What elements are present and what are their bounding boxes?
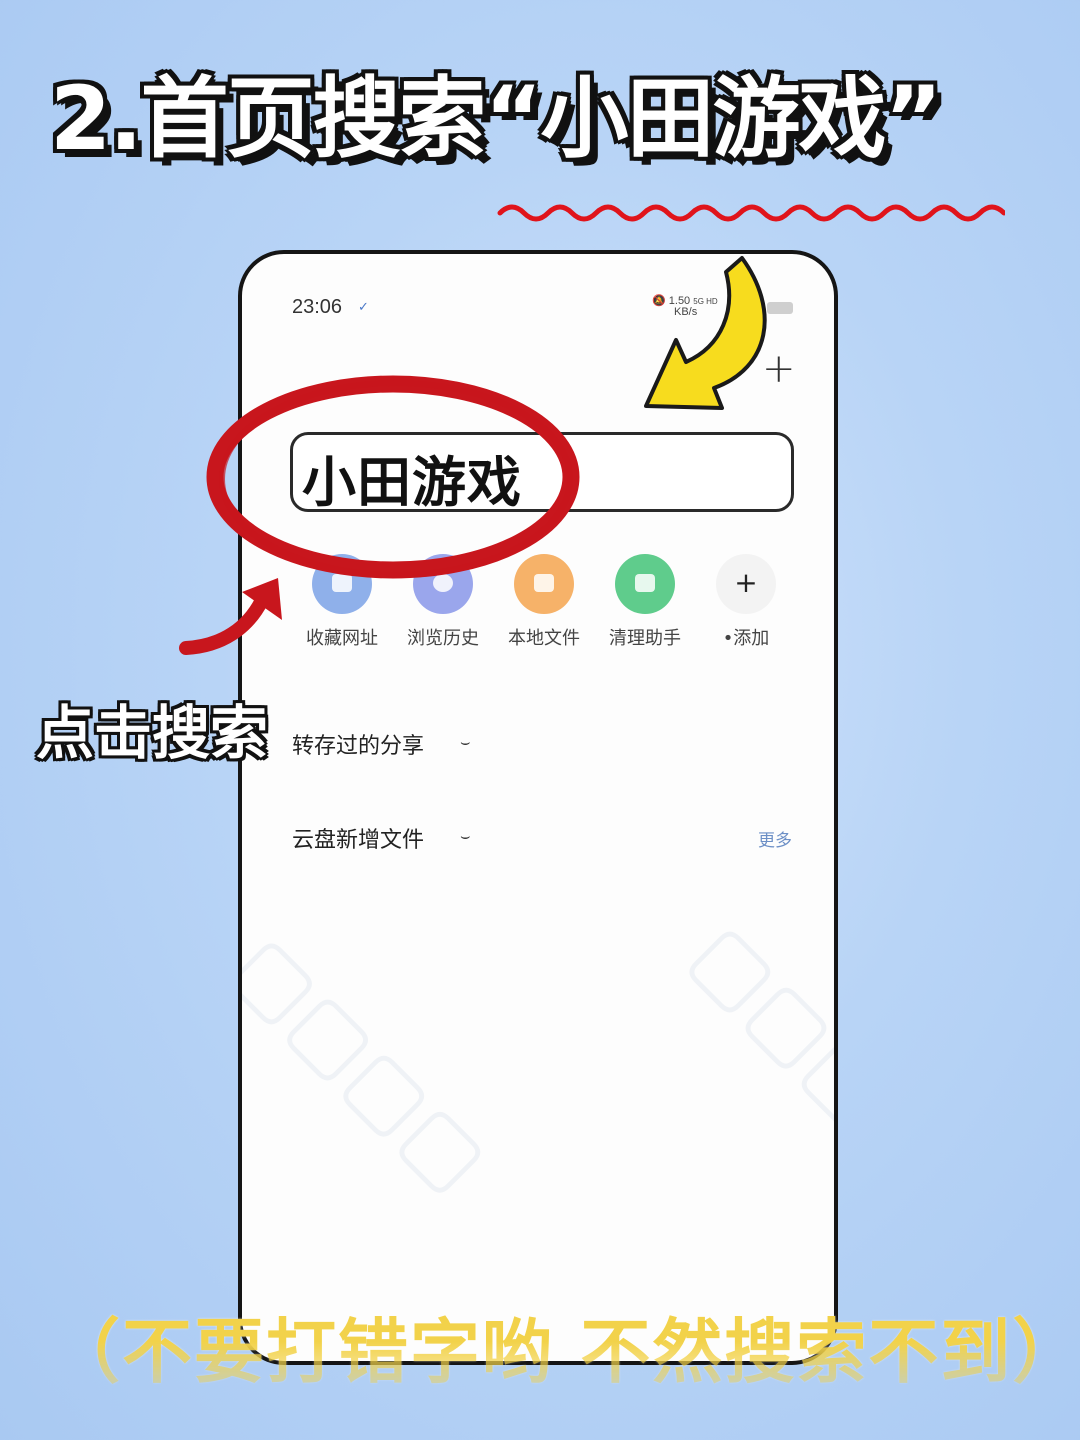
section-saved-shares: 转存过的分享 [292, 734, 425, 759]
bottom-note: （不要打错字哟 不然搜索不到） [50, 1311, 1080, 1393]
quick-action-add[interactable]: + •添加 [696, 554, 796, 650]
section-cloud-new-files: 云盘新增文件 [292, 828, 425, 853]
plus-icon: + [716, 554, 776, 614]
eye-closed-icon[interactable]: ⌣ [460, 732, 471, 752]
watermark: ▢▢▢▢ [238, 916, 508, 1210]
clean-icon [615, 554, 675, 614]
quick-action-label: 收藏网址 [306, 628, 378, 649]
quick-action-cleaner[interactable]: 清理助手 [595, 554, 695, 650]
tap-search-tip: 点击搜索 [36, 699, 269, 767]
status-time: 23:06 [292, 296, 343, 318]
eye-closed-icon[interactable]: ⌣ [460, 826, 471, 846]
yellow-arrow-icon [644, 256, 767, 410]
quick-action-label: 浏览历史 [407, 628, 479, 649]
highlight-circle [206, 375, 580, 579]
quick-action-label: 本地文件 [508, 628, 580, 649]
wavy-underline [497, 204, 1005, 222]
quick-action-label: 清理助手 [609, 628, 681, 649]
more-link[interactable]: 更多 [758, 826, 792, 851]
watermark: ▢▢▢ [672, 904, 838, 1142]
red-arrow-icon [179, 578, 282, 655]
quick-action-label: •添加 [722, 628, 770, 649]
notification-icon: ✓ [358, 300, 369, 315]
headline: 2.首页搜索“小田游戏” [50, 67, 942, 170]
